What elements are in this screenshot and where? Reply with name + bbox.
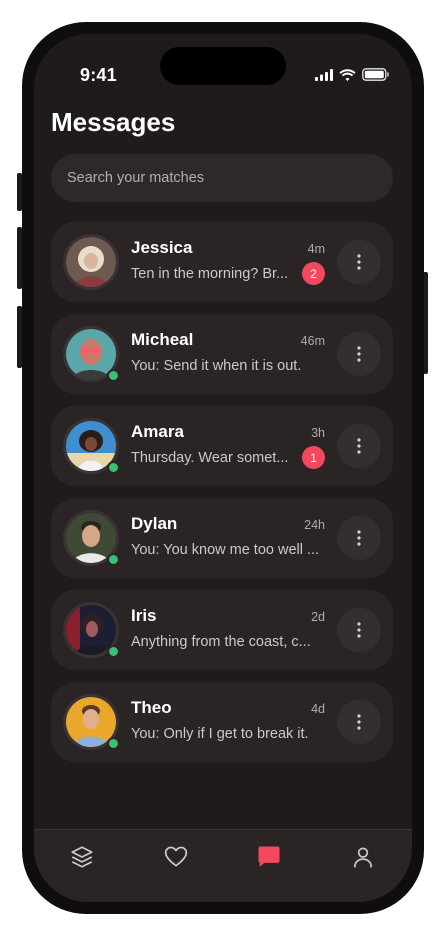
layers-icon bbox=[71, 846, 93, 868]
battery-icon bbox=[362, 68, 389, 81]
more-vertical-icon bbox=[357, 530, 361, 546]
more-options-button[interactable] bbox=[337, 240, 381, 284]
message-preview: You: You know me too well ... bbox=[131, 542, 320, 558]
more-options-button[interactable] bbox=[337, 516, 381, 560]
online-indicator bbox=[107, 645, 120, 658]
message-time: 24h bbox=[304, 518, 325, 532]
message-time: 4m bbox=[307, 242, 325, 256]
tab-messages[interactable] bbox=[254, 842, 284, 872]
conversation-item[interactable]: Theo You: Only if I get to break it. 4d bbox=[51, 682, 393, 762]
heart-icon bbox=[164, 846, 188, 867]
tab-profile[interactable] bbox=[348, 842, 378, 872]
avatar bbox=[63, 694, 120, 750]
conversation-item[interactable]: Dylan You: You know me too well ... 24h bbox=[51, 498, 393, 578]
more-vertical-icon bbox=[357, 622, 361, 638]
contact-name: Dylan bbox=[131, 514, 178, 533]
contact-name: Theo bbox=[131, 698, 172, 717]
avatar bbox=[63, 510, 120, 566]
tab-bar bbox=[34, 829, 412, 902]
unread-badge: 1 bbox=[302, 446, 325, 469]
contact-name: Amara bbox=[131, 422, 184, 441]
contact-name: Iris bbox=[131, 606, 157, 625]
more-options-button[interactable] bbox=[337, 424, 381, 468]
more-options-button[interactable] bbox=[337, 608, 381, 652]
more-vertical-icon bbox=[357, 438, 361, 454]
online-indicator bbox=[107, 461, 120, 474]
screen: 9:41 Messages Search your matches Jessic… bbox=[34, 34, 412, 902]
avatar bbox=[63, 234, 119, 290]
chat-icon bbox=[258, 846, 280, 867]
more-options-button[interactable] bbox=[337, 332, 381, 376]
unread-badge: 2 bbox=[302, 262, 325, 285]
avatar-photo bbox=[66, 237, 116, 287]
message-preview: Anything from the coast, c... bbox=[131, 634, 311, 650]
conversation-item[interactable]: Jessica Ten in the morning? Br... 4m 2 bbox=[51, 222, 393, 302]
search-placeholder: Search your matches bbox=[67, 170, 205, 186]
message-preview: Ten in the morning? Br... bbox=[131, 266, 289, 282]
wifi-icon bbox=[339, 68, 356, 81]
online-indicator bbox=[107, 553, 120, 566]
message-time: 2d bbox=[311, 610, 325, 624]
more-options-button[interactable] bbox=[337, 700, 381, 744]
profile-icon bbox=[354, 847, 372, 868]
contact-name: Micheal bbox=[131, 330, 194, 349]
dynamic-island bbox=[160, 47, 286, 85]
tab-discover[interactable] bbox=[67, 842, 97, 872]
search-input[interactable]: Search your matches bbox=[51, 154, 393, 202]
message-preview: You: Only if I get to break it. bbox=[131, 726, 309, 742]
status-time: 9:41 bbox=[80, 65, 117, 85]
conversation-item[interactable]: Iris Anything from the coast, c... 2d bbox=[51, 590, 393, 670]
online-indicator bbox=[107, 737, 120, 750]
contact-name: Jessica bbox=[131, 238, 193, 257]
message-preview: You: Send it when it is out. bbox=[131, 358, 302, 374]
more-vertical-icon bbox=[357, 254, 361, 270]
conversation-item[interactable]: Amara Thursday. Wear somet... 3h 1 bbox=[51, 406, 393, 486]
online-indicator bbox=[107, 369, 120, 382]
avatar bbox=[63, 326, 120, 382]
more-vertical-icon bbox=[357, 346, 361, 362]
conversation-item[interactable]: Micheal You: Send it when it is out. 46m bbox=[51, 314, 393, 394]
message-time: 3h bbox=[311, 426, 325, 440]
more-vertical-icon bbox=[357, 714, 361, 730]
tab-likes[interactable] bbox=[161, 842, 191, 872]
avatar bbox=[63, 602, 120, 658]
message-preview: Thursday. Wear somet... bbox=[131, 450, 289, 466]
message-time: 46m bbox=[300, 334, 325, 348]
message-time: 4d bbox=[311, 702, 325, 716]
phone-frame: 9:41 Messages Search your matches Jessic… bbox=[22, 22, 424, 914]
page-title: Messages bbox=[51, 107, 176, 137]
cellular-signal-icon bbox=[315, 68, 333, 81]
status-icons bbox=[315, 68, 390, 81]
avatar bbox=[63, 418, 120, 474]
